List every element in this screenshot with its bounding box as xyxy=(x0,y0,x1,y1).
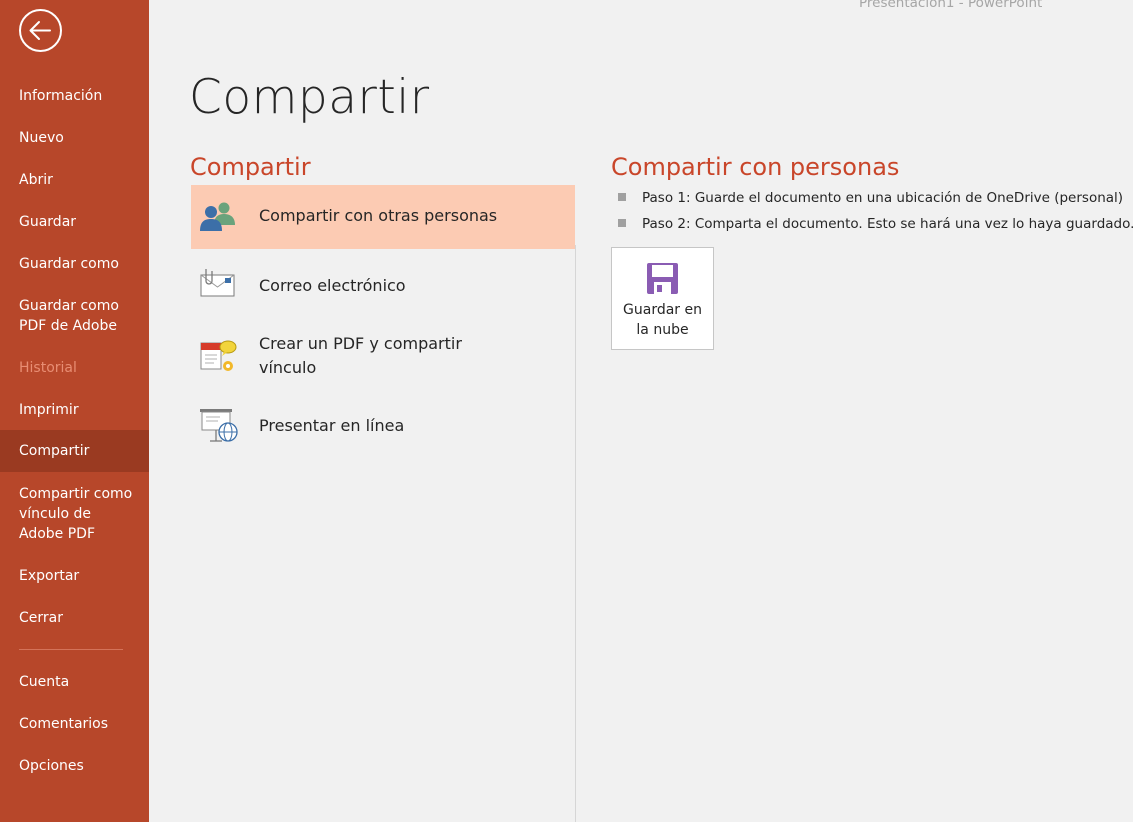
save-to-cloud-button[interactable]: Guardar en la nube xyxy=(611,247,714,350)
nav-informacion[interactable]: Información xyxy=(0,86,149,106)
email-icon xyxy=(200,269,235,297)
nav-guardar-como-pdf-adobe[interactable]: Guardar como PDF de Adobe xyxy=(0,296,149,336)
nav-historial: Historial xyxy=(19,360,77,376)
option-share-with-people[interactable]: Compartir con otras personas xyxy=(191,185,575,249)
option-email[interactable]: Correo electrónico xyxy=(191,255,575,315)
nav-cuenta[interactable]: Cuenta xyxy=(0,672,149,692)
step-1: Paso 1: Guarde el documento en una ubica… xyxy=(618,190,1123,206)
arrow-left-icon xyxy=(29,21,51,40)
bullet-square xyxy=(618,219,626,227)
option-label: Presentar en línea xyxy=(259,416,405,435)
option-label: Compartir con otras personas xyxy=(259,206,498,225)
column-divider xyxy=(575,245,576,822)
option-label: Correo electrónico xyxy=(259,276,406,295)
nav-compartir[interactable]: Compartir xyxy=(0,430,149,472)
bullet-square xyxy=(618,193,626,201)
back-button[interactable] xyxy=(19,9,62,52)
nav-imprimir[interactable]: Imprimir xyxy=(0,400,149,420)
step-2: Paso 2: Comparta el documento. Esto se h… xyxy=(618,216,1133,232)
step-text: Paso 1: Guarde el documento en una ubica… xyxy=(642,190,1124,206)
nav-abrir[interactable]: Abrir xyxy=(0,170,149,190)
window-title: Presentación1 - PowerPoint xyxy=(859,0,1043,11)
nav-nuevo[interactable]: Nuevo xyxy=(0,128,149,148)
nav-guardar-como[interactable]: Guardar como xyxy=(0,254,149,274)
page-title: Compartir xyxy=(189,70,430,125)
nav-comentarios[interactable]: Comentarios xyxy=(0,714,149,734)
floppy-disk-icon xyxy=(647,263,678,294)
nav-exportar[interactable]: Exportar xyxy=(0,566,149,586)
option-label: Crear un PDF y compartir vínculo xyxy=(259,334,462,377)
nav-cerrar[interactable]: Cerrar xyxy=(0,608,149,628)
sidebar-divider xyxy=(19,649,123,650)
step-text: Paso 2: Comparta el documento. Esto se h… xyxy=(642,216,1133,232)
nav-compartir-vinculo-adobe-pdf[interactable]: Compartir como vínculo de Adobe PDF xyxy=(0,484,149,544)
people-icon xyxy=(200,202,235,231)
backstage-sidebar: Información Nuevo Abrir Guardar Guardar … xyxy=(0,0,149,822)
share-heading: Compartir xyxy=(190,153,311,181)
pdf-share-icon xyxy=(200,340,237,371)
option-present-online[interactable]: Presentar en línea xyxy=(191,395,575,455)
present-online-icon xyxy=(200,409,238,442)
nav-guardar[interactable]: Guardar xyxy=(0,212,149,232)
option-create-pdf-share-link[interactable]: Crear un PDF y compartir vínculo xyxy=(191,325,575,389)
save-to-cloud-label: Guardar en la nube xyxy=(623,302,702,338)
detail-heading: Compartir con personas xyxy=(611,153,900,181)
nav-opciones[interactable]: Opciones xyxy=(0,756,149,776)
